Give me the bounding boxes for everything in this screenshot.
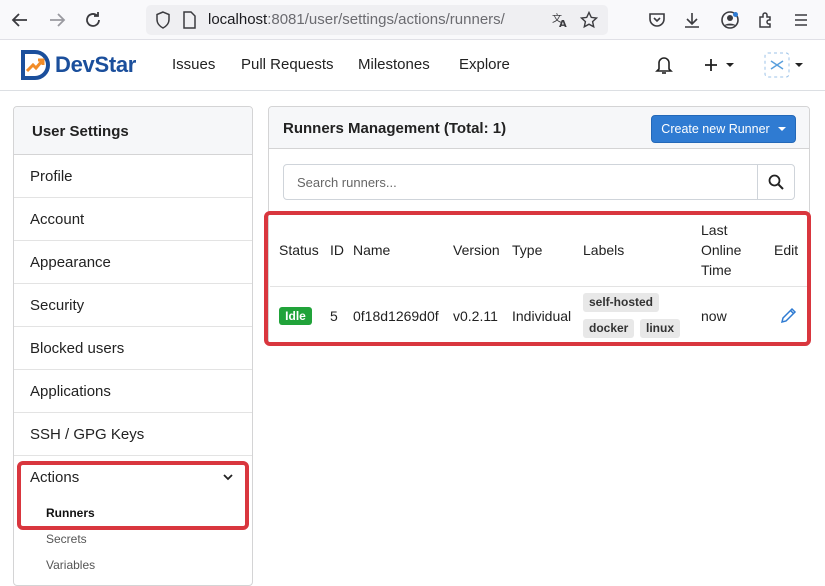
search-input[interactable] (284, 165, 758, 199)
download-icon[interactable] (681, 9, 703, 31)
back-icon[interactable] (9, 9, 31, 31)
translate-icon[interactable]: 文A (549, 9, 571, 31)
browser-toolbar: localhost:8081/user/settings/actions/run… (0, 0, 825, 40)
nav-pull-requests[interactable]: Pull Requests (241, 56, 334, 73)
sidebar-item-blocked-users[interactable]: Blocked users (14, 327, 252, 370)
sidebar-item-security[interactable]: Security (14, 284, 252, 327)
sidebar-item-profile[interactable]: Profile (14, 155, 252, 198)
shield-icon[interactable] (152, 9, 174, 31)
caret-down-icon (777, 127, 786, 131)
logo-text: DevStar (55, 52, 137, 77)
app-header: DevStar Issues Pull Requests Milestones … (0, 40, 825, 91)
create-runner-button[interactable]: Create new Runner (651, 115, 796, 143)
bell-icon[interactable] (655, 53, 673, 77)
highlight-box-actions (17, 461, 249, 530)
nav-milestones[interactable]: Milestones (358, 56, 430, 73)
extensions-icon[interactable] (755, 9, 777, 31)
devstar-logo-icon (21, 50, 50, 80)
logo[interactable]: DevStar (19, 49, 136, 81)
create-menu[interactable] (704, 53, 734, 77)
search-icon (768, 174, 784, 190)
search-button[interactable] (757, 165, 794, 199)
sidebar-item-account[interactable]: Account (14, 198, 252, 241)
highlight-box-runners-table (264, 211, 811, 346)
bookmark-star-icon[interactable] (578, 9, 600, 31)
url-bar[interactable]: localhost:8081/user/settings/actions/run… (146, 5, 608, 35)
page-info-icon[interactable] (178, 9, 200, 31)
sidebar-title: User Settings (14, 107, 252, 155)
create-runner-label: Create new Runner (661, 122, 770, 136)
sidebar-item-appearance[interactable]: Appearance (14, 241, 252, 284)
url-text[interactable]: localhost:8081/user/settings/actions/run… (208, 11, 505, 28)
url-path: :8081/user/settings/actions/runners/ (267, 11, 505, 28)
sidebar-item-applications[interactable]: Applications (14, 370, 252, 413)
url-host: localhost (208, 11, 268, 28)
avatar-icon (764, 52, 803, 78)
menu-icon[interactable] (790, 9, 812, 31)
forward-icon[interactable] (46, 9, 68, 31)
search-box (283, 164, 795, 200)
sidebar-item-ssh-gpg-keys[interactable]: SSH / GPG Keys (14, 413, 252, 456)
panel-header: Runners Management (Total: 1) Create new… (269, 107, 809, 149)
svg-text:A: A (559, 19, 567, 29)
nav-issues[interactable]: Issues (172, 56, 215, 73)
plus-icon (705, 59, 734, 71)
sidebar-subitem-variables[interactable]: Variables (14, 552, 252, 578)
account-icon[interactable] (719, 9, 741, 31)
reload-icon[interactable] (82, 9, 104, 31)
nav-explore[interactable]: Explore (459, 56, 510, 73)
user-avatar-menu[interactable] (764, 52, 804, 78)
page-title: Runners Management (Total: 1) (283, 120, 507, 137)
pocket-icon[interactable] (646, 9, 668, 31)
